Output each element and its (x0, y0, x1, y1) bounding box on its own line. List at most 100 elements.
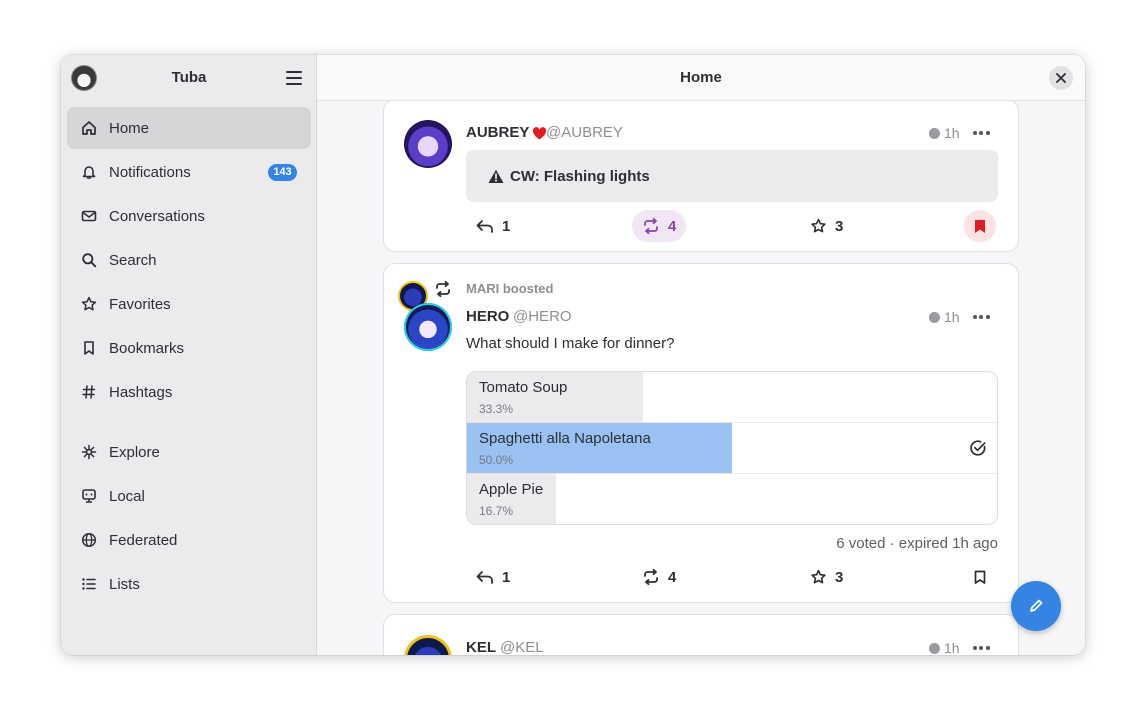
sidebar-item-conversations[interactable]: Conversations (67, 195, 311, 237)
post-time: 1h (944, 640, 960, 655)
sidebar-item-label: Notifications (109, 163, 191, 181)
boost-icon (644, 218, 658, 234)
bell-icon (82, 166, 96, 179)
timeline[interactable]: AUBREY @AUBREY 1h CW: Flashing lights 1 (317, 101, 1085, 655)
voted-check-icon (970, 440, 986, 456)
avatar[interactable] (404, 303, 452, 351)
hashtag-icon (82, 385, 96, 399)
status-card[interactable]: MARI boosted HERO @HERO 1h What should I… (383, 263, 1019, 603)
home-icon (82, 121, 96, 135)
mail-icon (81, 210, 97, 222)
post-time: 1h (944, 125, 960, 141)
sidebar-item-lists[interactable]: Lists (67, 563, 311, 605)
sidebar-item-label: Favorites (109, 295, 171, 313)
boost-count: 4 (668, 217, 677, 235)
boost-count: 4 (668, 568, 677, 586)
boost-icon (436, 281, 450, 297)
sidebar-item-label: Local (109, 487, 145, 505)
close-icon (1056, 73, 1066, 83)
reply-button[interactable]: 1 (466, 561, 520, 593)
more-icon-dot (979, 131, 983, 135)
sidebar-item-notifications[interactable]: Notifications 143 (67, 151, 311, 193)
compose-button[interactable] (1011, 581, 1061, 631)
reply-icon (476, 571, 493, 584)
sidebar-item-local[interactable]: Local (67, 475, 311, 517)
poll-option[interactable]: Spaghetti alla Napoletana 50.0% (467, 423, 997, 474)
content-warning-label: CW: Flashing lights (510, 167, 650, 185)
avatar[interactable] (404, 635, 452, 655)
more-icon-dot (979, 646, 983, 650)
more-icon-dot (985, 315, 990, 319)
star-icon (81, 296, 97, 311)
bookmark-button[interactable] (964, 561, 996, 593)
sidebar-item-search[interactable]: Search (67, 239, 311, 281)
status-card[interactable]: AUBREY @AUBREY 1h CW: Flashing lights 1 (383, 101, 1019, 252)
post-timestamp[interactable]: 1h (929, 309, 960, 325)
poll-option-percent: 33.3% (479, 402, 514, 416)
sidebar-item-label: Explore (109, 443, 160, 461)
poll-option[interactable]: Tomato Soup 33.3% (467, 372, 997, 423)
globe-icon (81, 532, 97, 548)
boosted-by-label[interactable]: MARI boosted (466, 281, 553, 296)
content-warning-button[interactable]: CW: Flashing lights (466, 150, 998, 202)
reply-button[interactable]: 1 (466, 210, 520, 242)
poll-option-title: Spaghetti alla Napoletana (479, 430, 651, 447)
boost-button[interactable]: 4 (632, 210, 687, 242)
post-timestamp[interactable]: 1h (929, 640, 960, 655)
display-name[interactable]: KEL (466, 639, 496, 655)
poll-option-percent: 16.7% (479, 504, 514, 518)
account-handle[interactable]: @AUBREY (546, 124, 623, 141)
app-title: Tuba (171, 69, 207, 86)
post-timestamp[interactable]: 1h (929, 125, 960, 141)
sidebar-item-label: Search (109, 251, 157, 269)
account-handle[interactable]: @HERO (513, 308, 572, 325)
explore-icon (81, 444, 97, 460)
boost-button[interactable]: 4 (632, 561, 686, 593)
more-icon-dot (985, 131, 990, 135)
visibility-public-icon (929, 642, 940, 654)
bookmark-icon (974, 570, 986, 584)
boost-icon (644, 569, 658, 585)
poll-option[interactable]: Apple Pie 16.7% (467, 474, 997, 524)
hamburger-icon-bar (286, 77, 302, 79)
display-name[interactable]: HERO (466, 308, 509, 325)
sidebar-item-label: Home (109, 119, 150, 137)
more-options-button[interactable] (970, 122, 992, 144)
sidebar-item-explore[interactable]: Explore (67, 431, 311, 473)
close-button[interactable] (1049, 66, 1073, 90)
status-content: What should I make for dinner? (466, 335, 675, 352)
sidebar-item-home[interactable]: Home (67, 107, 311, 149)
more-options-button[interactable] (970, 306, 992, 328)
hamburger-icon (286, 71, 302, 73)
sidebar-item-federated[interactable]: Federated (67, 519, 311, 561)
status-card[interactable]: KEL @KEL 1h (383, 614, 1019, 655)
account-handle[interactable]: @KEL (500, 639, 544, 655)
more-icon-dot (985, 646, 990, 650)
sidebar-item-bookmarks[interactable]: Bookmarks (67, 327, 311, 369)
page-title: Home (680, 69, 722, 86)
sidebar-item-hashtags[interactable]: Hashtags (67, 371, 311, 413)
favorite-button[interactable]: 3 (800, 561, 853, 593)
more-options-button[interactable] (970, 637, 992, 655)
display-name[interactable]: AUBREY (466, 124, 547, 141)
sidebar-item-label: Hashtags (109, 383, 173, 401)
warning-icon (488, 169, 504, 183)
reply-icon (476, 220, 493, 233)
bookmark-button[interactable] (964, 210, 996, 242)
post-time: 1h (944, 309, 960, 325)
notification-count-badge: 143 (268, 164, 297, 181)
favorite-button[interactable]: 3 (800, 210, 853, 242)
menu-button[interactable] (286, 71, 302, 85)
star-icon (811, 569, 826, 584)
reply-count: 1 (502, 568, 511, 586)
avatar[interactable] (404, 120, 452, 168)
sidebar-item-label: Bookmarks (109, 339, 185, 357)
local-icon (82, 489, 96, 503)
status-actions: 1 4 3 (466, 561, 998, 595)
sidebar: Tuba Home Notifications 143 Conversation… (61, 55, 317, 655)
poll: Tomato Soup 33.3% Spaghetti alla Napolet… (466, 371, 998, 525)
sidebar-item-favorites[interactable]: Favorites (67, 283, 311, 325)
hamburger-icon-bar (286, 83, 302, 85)
poll-summary: 6 voted · expired 1h ago (836, 535, 998, 552)
main-pane: Home AUBREY @AUBREY 1h CW: Flashing ligh… (317, 55, 1085, 655)
